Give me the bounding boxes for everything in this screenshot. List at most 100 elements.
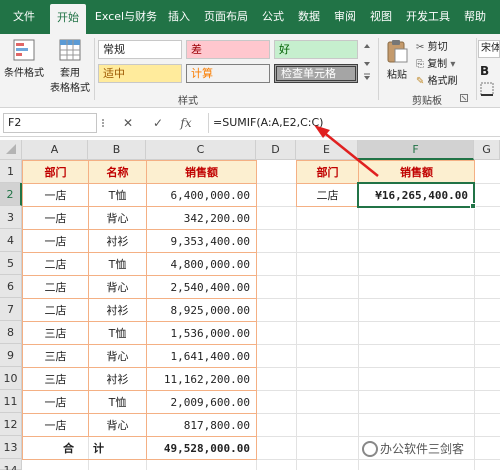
formula-bar: F2 ✕ ✓ fx =SUMIF(A:A,E2,C:C) (0, 109, 500, 137)
tab-data[interactable]: 数据 (294, 0, 324, 34)
cell-dept[interactable]: 一店 (22, 229, 89, 253)
tab-developer[interactable]: 开发工具 (402, 0, 454, 34)
dialog-launcher-icon[interactable] (460, 94, 468, 102)
cell-name[interactable]: T恤 (88, 390, 147, 414)
cell-sales[interactable]: 8,925,000.00 (146, 298, 257, 322)
column-header-f[interactable]: F (358, 140, 474, 160)
styles-scroll[interactable] (362, 40, 372, 84)
conditional-format-button[interactable]: 条件格式 (2, 38, 46, 79)
cell-sales[interactable]: 11,162,200.00 (146, 367, 257, 391)
row-header-11[interactable]: 11 (0, 390, 22, 413)
column-header-b[interactable]: B (88, 140, 146, 160)
row-header-5[interactable]: 5 (0, 252, 22, 275)
cell-dept[interactable]: 一店 (22, 390, 89, 414)
cell-dept[interactable]: 二店 (22, 252, 89, 276)
enter-icon[interactable]: ✓ (148, 113, 168, 133)
style-calculation[interactable]: 计算 (186, 64, 270, 83)
formula-input[interactable]: =SUMIF(A:A,E2,C:C) (208, 113, 498, 133)
cell-sales[interactable]: 2,540,400.00 (146, 275, 257, 299)
lookup-header-dept[interactable]: 部门 (296, 160, 359, 184)
cell-name[interactable]: T恤 (88, 321, 147, 345)
tab-view[interactable]: 视图 (366, 0, 396, 34)
total-label-cell[interactable]: 合 计 (22, 436, 147, 460)
ribbon-home: 条件格式 套用 表格格式 常规 差 好 适中 计算 检查单元格 样式 粘贴 ✂ … (0, 34, 500, 108)
cell-sales[interactable]: 9,353,400.00 (146, 229, 257, 253)
name-box[interactable]: F2 (3, 113, 97, 133)
row-header-3[interactable]: 3 (0, 206, 22, 229)
tab-excel-finance[interactable]: Excel与财务 (90, 0, 162, 34)
format-painter-button[interactable]: ✎ 格式刷 (416, 72, 474, 87)
copy-icon: ⎘ (416, 59, 424, 70)
column-header-e[interactable]: E (296, 140, 358, 160)
cell-dept[interactable]: 三店 (22, 344, 89, 368)
cancel-icon[interactable]: ✕ (118, 113, 138, 133)
row-header-1[interactable]: 1 (0, 160, 22, 183)
cell-sales[interactable]: 4,800,000.00 (146, 252, 257, 276)
row-header-6[interactable]: 6 (0, 275, 22, 298)
cell-name[interactable]: 背心 (88, 413, 147, 437)
row-header-2[interactable]: 2 (0, 183, 22, 206)
cell-sales[interactable]: 1,641,400.00 (146, 344, 257, 368)
row-header-9[interactable]: 9 (0, 344, 22, 367)
insert-function-icon[interactable]: fx (176, 113, 196, 133)
tab-review[interactable]: 审阅 (330, 0, 360, 34)
cell-name[interactable]: 衬衫 (88, 229, 147, 253)
row-header-13[interactable]: 13 (0, 436, 22, 459)
header-sales[interactable]: 销售额 (146, 160, 257, 184)
header-name[interactable]: 名称 (88, 160, 147, 184)
column-header-c[interactable]: C (146, 140, 256, 160)
cell-dept[interactable]: 三店 (22, 321, 89, 345)
fill-handle[interactable] (470, 203, 476, 209)
lookup-dept-value[interactable]: 二店 (296, 183, 359, 207)
row-header-8[interactable]: 8 (0, 321, 22, 344)
select-all-corner[interactable] (0, 140, 22, 160)
cell-dept[interactable]: 二店 (22, 275, 89, 299)
cell-dept[interactable]: 一店 (22, 183, 89, 207)
cell-sales[interactable]: 1,536,000.00 (146, 321, 257, 345)
lookup-header-sales[interactable]: 销售额 (358, 160, 475, 184)
cell-name[interactable]: T恤 (88, 252, 147, 276)
tab-home[interactable]: 开始 (50, 4, 86, 34)
cell-sales[interactable]: 2,009,600.00 (146, 390, 257, 414)
style-good[interactable]: 好 (274, 40, 358, 59)
row-header-10[interactable]: 10 (0, 367, 22, 390)
tab-formulas[interactable]: 公式 (258, 0, 288, 34)
cell-name[interactable]: 背心 (88, 344, 147, 368)
tab-help[interactable]: 帮助 (460, 0, 490, 34)
row-header-12[interactable]: 12 (0, 413, 22, 436)
tab-page-layout[interactable]: 页面布局 (198, 0, 254, 34)
copy-button[interactable]: ⎘ 复制 ▾ (416, 55, 474, 70)
total-value[interactable]: 49,528,000.00 (146, 436, 257, 460)
row-header-14[interactable]: 14 (0, 459, 22, 470)
bold-button[interactable]: B (480, 64, 489, 78)
cell-dept[interactable]: 一店 (22, 413, 89, 437)
header-dept[interactable]: 部门 (22, 160, 89, 184)
column-header-a[interactable]: A (22, 140, 88, 160)
column-header-d[interactable]: D (256, 140, 296, 160)
row-header-7[interactable]: 7 (0, 298, 22, 321)
cell-name[interactable]: 衬衫 (88, 298, 147, 322)
cell-dept[interactable]: 三店 (22, 367, 89, 391)
cell-name[interactable]: T恤 (88, 183, 147, 207)
style-neutral[interactable]: 适中 (98, 64, 182, 83)
cell-sales[interactable]: 817,800.00 (146, 413, 257, 437)
cut-button[interactable]: ✂ 剪切 (416, 38, 474, 53)
style-check-cell[interactable]: 检查单元格 (274, 64, 358, 83)
cell-name[interactable]: 衬衫 (88, 367, 147, 391)
tab-insert[interactable]: 插入 (164, 0, 194, 34)
format-as-table-button[interactable]: 套用 表格格式 (48, 38, 92, 94)
row-header-4[interactable]: 4 (0, 229, 22, 252)
style-normal[interactable]: 常规 (98, 40, 182, 59)
cell-sales[interactable]: 342,200.00 (146, 206, 257, 230)
style-bad[interactable]: 差 (186, 40, 270, 59)
paste-button[interactable]: 粘贴 (382, 38, 412, 81)
borders-button[interactable] (480, 82, 498, 96)
cell-dept[interactable]: 一店 (22, 206, 89, 230)
cell-dept[interactable]: 二店 (22, 298, 89, 322)
column-header-g[interactable]: G (474, 140, 500, 160)
font-name-box[interactable]: 宋体 (478, 40, 500, 58)
cell-sales[interactable]: 6,400,000.00 (146, 183, 257, 207)
cell-name[interactable]: 背心 (88, 206, 147, 230)
cell-name[interactable]: 背心 (88, 275, 147, 299)
tab-file[interactable]: 文件 (6, 0, 42, 34)
